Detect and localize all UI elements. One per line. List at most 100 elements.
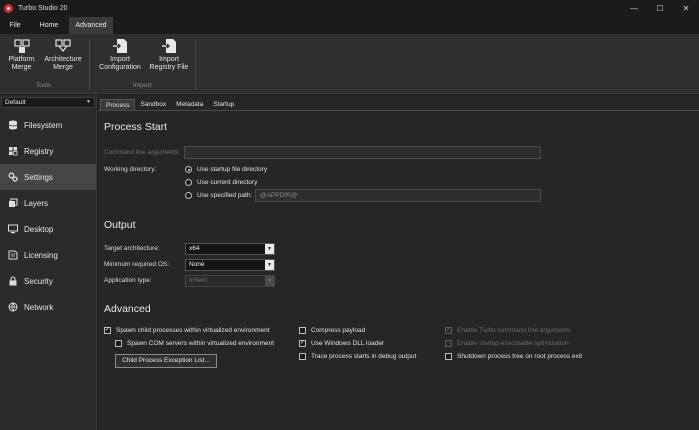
title-bar: Turbo Studio 20 — ☐ ✕ (0, 0, 699, 17)
security-icon (8, 276, 18, 286)
import-registry-label-1: Import (159, 56, 179, 63)
checkbox-label: Spawn COM servers within virtualized env… (127, 340, 275, 347)
checkbox-indicator (299, 353, 306, 360)
working-directory-label: Working directory: (104, 166, 157, 173)
checkbox-shutdown-process-tree[interactable]: Shutdown process tree on root process ex… (445, 353, 582, 360)
checkbox-label: Shutdown process tree on root process ex… (457, 353, 583, 360)
checkbox-indicator (299, 327, 306, 334)
minimize-button[interactable]: — (621, 0, 647, 17)
sidebar-item-label: Desktop (24, 224, 54, 234)
radio-current-directory[interactable]: Use current directory (185, 179, 257, 186)
settings-panel: Process Sandbox Metadata Startup Process… (98, 95, 699, 430)
checkbox-compress-payload[interactable]: Compress payload (299, 327, 365, 334)
sidebar: Default ▼ Filesystem Registry Settings L… (0, 95, 97, 430)
ribbon-separator (89, 40, 90, 90)
chevron-down-icon: ▼ (265, 244, 274, 254)
child-process-exception-list-button[interactable]: Child Process Exception List... (115, 354, 217, 368)
tab-startup[interactable]: Startup (208, 99, 239, 110)
tab-metadata[interactable]: Metadata (171, 99, 208, 110)
menu-bar: File Home Advanced (0, 17, 699, 34)
checkbox-label: Spawn child processes within virtualized… (116, 327, 270, 334)
tab-process[interactable]: Process (100, 99, 136, 110)
filesystem-icon (8, 120, 18, 130)
minimum-os-label: Minimum required OS: (104, 261, 170, 268)
checkbox-indicator: ✓ (299, 340, 306, 347)
application-type-select: Inherit ▼ (185, 275, 275, 287)
sidebar-item-registry[interactable]: Registry (0, 138, 96, 164)
checkbox-trace-process-starts[interactable]: Trace process starts in debug output (299, 353, 416, 360)
layers-icon (8, 198, 18, 208)
checkbox-label: Trace process starts in debug output (311, 353, 417, 360)
checkbox-label: Enable startup executable optimization (457, 340, 569, 347)
desktop-icon (8, 224, 18, 234)
minimum-os-select[interactable]: None ▼ (185, 259, 275, 271)
profile-dropdown-value: Default (5, 99, 26, 106)
architecture-merge-label-2: Merge (53, 64, 73, 71)
close-button[interactable]: ✕ (673, 0, 699, 17)
platform-merge-button[interactable]: Platform Merge (3, 38, 40, 72)
sidebar-item-label: Filesystem (24, 120, 63, 130)
specified-path-input[interactable]: @APPDIR@ (255, 189, 541, 202)
profile-dropdown[interactable]: Default ▼ (1, 97, 95, 108)
menu-tab-home[interactable]: Home (32, 17, 66, 34)
sidebar-item-label: Registry (24, 146, 54, 156)
architecture-merge-icon (55, 38, 71, 54)
ribbon: Platform Merge Architecture Merge Tools … (0, 34, 699, 94)
checkbox-use-windows-dll-loader[interactable]: ✓ Use Windows DLL loader (299, 340, 384, 347)
sidebar-item-desktop[interactable]: Desktop (0, 216, 96, 242)
platform-merge-label-1: Platform (8, 56, 35, 63)
chevron-down-icon: ▼ (265, 276, 274, 286)
import-configuration-label-1: Import (110, 56, 130, 63)
tab-sandbox[interactable]: Sandbox (135, 99, 171, 110)
checkbox-indicator (445, 353, 452, 360)
import-configuration-button[interactable]: Import Configuration (95, 38, 145, 72)
radio-indicator (185, 179, 192, 186)
command-line-input[interactable] (184, 146, 541, 159)
sidebar-item-filesystem[interactable]: Filesystem (0, 112, 96, 138)
chevron-down-icon: ▼ (265, 260, 274, 270)
output-heading: Output (104, 219, 136, 231)
sidebar-item-label: Security (24, 276, 53, 286)
sidebar-item-licensing[interactable]: Licensing (0, 242, 96, 268)
sidebar-item-security[interactable]: Security (0, 268, 96, 294)
settings-tabs: Process Sandbox Metadata Startup (100, 99, 239, 110)
import-configuration-icon (112, 38, 128, 54)
radio-specified-path[interactable]: Use specified path: (185, 192, 252, 199)
checkbox-enable-startup-optimization: Enable startup executable optimization (445, 340, 569, 347)
command-line-label: Command line arguments: (104, 149, 181, 156)
import-configuration-label-2: Configuration (99, 64, 141, 71)
radio-startup-file-directory[interactable]: Use startup file directory (185, 166, 267, 173)
target-architecture-select[interactable]: x64 ▼ (185, 243, 275, 255)
application-type-value: Inherit (189, 277, 208, 284)
minimum-os-value: None (189, 261, 205, 268)
sidebar-item-label: Network (24, 302, 54, 312)
tools-group-label: Tools (36, 82, 52, 89)
target-architecture-value: x64 (189, 245, 200, 252)
platform-merge-label-2: Merge (11, 64, 32, 71)
architecture-merge-button[interactable]: Architecture Merge (42, 38, 84, 72)
checkbox-spawn-child-processes[interactable]: ✓ Spawn child processes within virtualiz… (104, 327, 270, 334)
process-start-heading: Process Start (104, 121, 168, 133)
import-registry-label-2: Registry File (149, 64, 189, 71)
menu-tab-file[interactable]: File (4, 17, 26, 34)
architecture-merge-label-1: Architecture (44, 56, 82, 63)
checkbox-indicator (115, 340, 122, 347)
licensing-icon (8, 250, 18, 260)
settings-icon (8, 172, 18, 182)
import-registry-icon (161, 38, 177, 54)
checkbox-label: Enable Turbo command line arguments (457, 327, 571, 334)
maximize-button[interactable]: ☐ (647, 0, 673, 17)
checkbox-indicator (445, 340, 452, 347)
radio-indicator (185, 192, 192, 199)
checkbox-spawn-com-servers[interactable]: Spawn COM servers within virtualized env… (115, 340, 274, 347)
checkbox-enable-turbo-command-line: ✓ Enable Turbo command line arguments (445, 327, 570, 334)
import-registry-file-button[interactable]: Import Registry File (147, 38, 191, 72)
menu-tab-advanced[interactable]: Advanced (69, 17, 113, 34)
checkbox-label: Use Windows DLL loader (311, 340, 385, 347)
sidebar-item-label: Layers (24, 198, 49, 208)
sidebar-item-settings[interactable]: Settings (0, 164, 96, 190)
radio-indicator (185, 166, 192, 173)
radio-label: Use current directory (197, 179, 258, 186)
sidebar-item-layers[interactable]: Layers (0, 190, 96, 216)
sidebar-item-network[interactable]: Network (0, 294, 96, 320)
